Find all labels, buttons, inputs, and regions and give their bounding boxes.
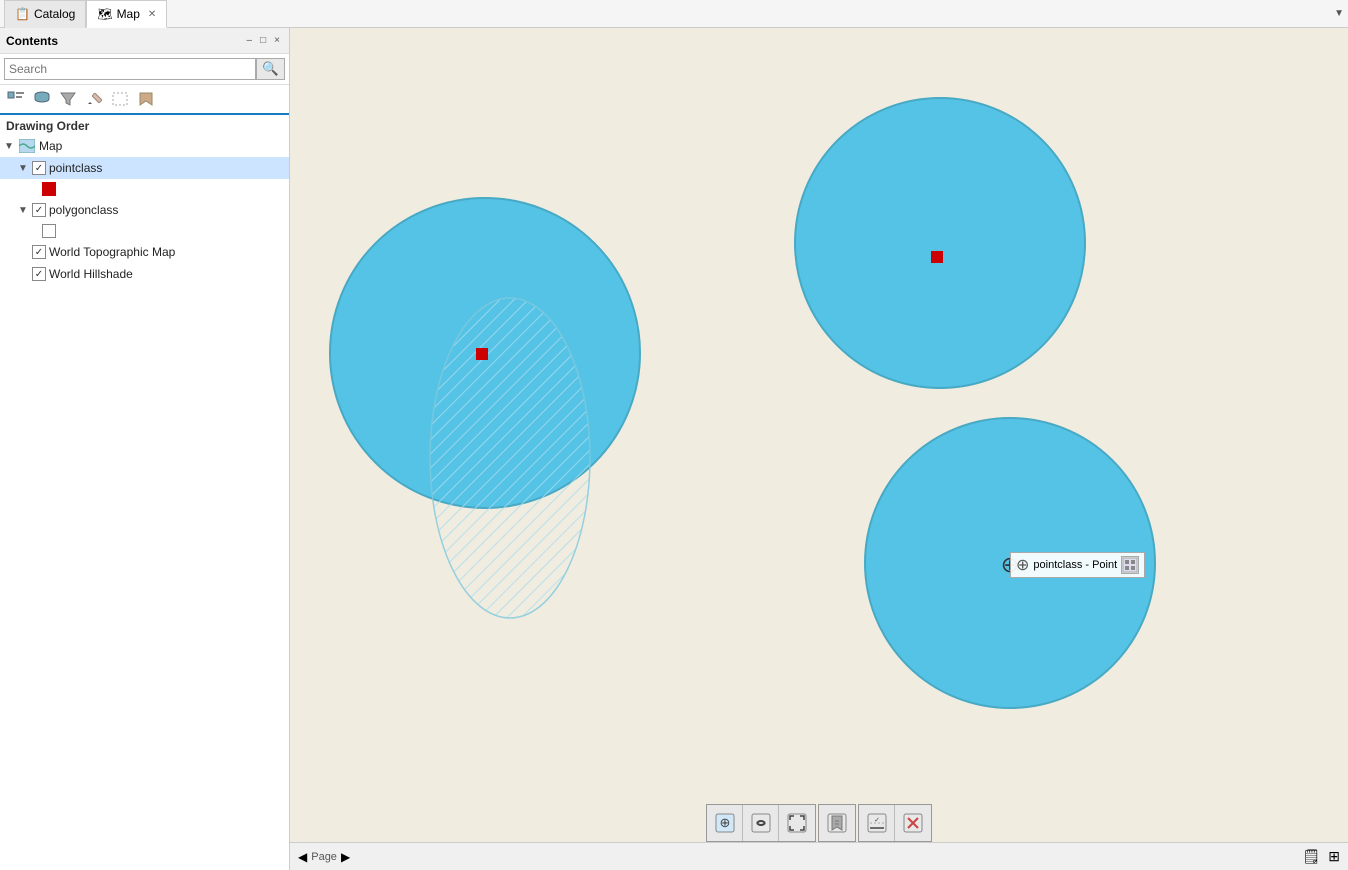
tab-bar: 📋 Catalog 🗺 Map ✕ ▼ [0, 0, 1348, 28]
contents-panel: Contents – □ × 🔍 [0, 28, 290, 870]
tab-catalog[interactable]: 📋 Catalog [4, 0, 86, 28]
world-topo-label: World Topographic Map [49, 245, 175, 259]
contents-header: Contents – □ × [0, 28, 289, 54]
map-area[interactable]: ⊕ ⊕ pointclass - Point [290, 28, 1348, 870]
pointclass-symbol [42, 182, 56, 196]
layout-icon[interactable]: 🗒 [1302, 848, 1320, 865]
svg-text:✓: ✓ [874, 817, 880, 824]
pointclass-expand-icon[interactable]: ▼ [18, 163, 32, 174]
map-tab-icon: 🗺 [97, 7, 112, 21]
measure-group: ✓ [858, 804, 932, 842]
layer-item-world-hillshade[interactable]: ▶ World Hillshade [0, 263, 289, 285]
map-layer-icon [18, 138, 36, 154]
world-topo-checkbox[interactable] [32, 245, 46, 259]
pointclass-label: pointclass [49, 161, 102, 175]
polygonclass-label: polygonclass [49, 203, 118, 217]
header-icons: – □ × [244, 34, 283, 47]
float-icon[interactable]: □ [257, 34, 269, 47]
map-tab-close[interactable]: ✕ [148, 9, 156, 20]
main-layout: Contents – □ × 🔍 [0, 28, 1348, 870]
database-icon[interactable] [30, 88, 54, 110]
map-layer-label: Map [39, 139, 62, 153]
pointclass-legend [0, 179, 289, 199]
status-bar: ◀ Page ▶ 🗒 ⊞ [290, 842, 1348, 870]
bottom-toolbar: ⊕ [706, 804, 932, 842]
search-input[interactable] [4, 58, 256, 80]
close-icon[interactable]: × [271, 34, 283, 47]
polygonclass-legend [0, 221, 289, 241]
select-icon[interactable] [108, 88, 132, 110]
layer-item-pointclass[interactable]: ▼ pointclass [0, 157, 289, 179]
pencil-icon[interactable] [82, 88, 106, 110]
bookmark-icon[interactable] [134, 88, 158, 110]
world-hillshade-checkbox[interactable] [32, 267, 46, 281]
layer-item-map[interactable]: ▼ Map [0, 135, 289, 157]
search-box: 🔍 [0, 54, 289, 85]
pan-button[interactable]: ⊕ [707, 805, 743, 841]
next-page-btn[interactable]: ▶ [341, 850, 350, 864]
polygonclass-symbol [42, 224, 56, 238]
contents-toolbar [0, 85, 289, 115]
tab-map[interactable]: 🗺 Map ✕ [86, 0, 167, 28]
list-view-icon[interactable] [4, 88, 28, 110]
world-hillshade-label: World Hillshade [49, 267, 133, 281]
cancel-button[interactable] [895, 805, 931, 841]
tab-dropdown[interactable]: ▼ [1334, 8, 1344, 19]
bookmark-map-button[interactable] [819, 805, 855, 841]
grid-view-icon[interactable]: ⊞ [1328, 848, 1340, 865]
map-canvas: ⊕ [290, 28, 1348, 870]
catalog-tab-label: Catalog [34, 7, 75, 21]
svg-text:⊕: ⊕ [719, 815, 730, 830]
search-button[interactable]: 🔍 [256, 58, 285, 80]
measure-button[interactable]: ✓ [859, 805, 895, 841]
rotate-button[interactable] [743, 805, 779, 841]
pointclass-checkbox[interactable] [32, 161, 46, 175]
svg-text:⊕: ⊕ [1001, 552, 1019, 577]
polygonclass-checkbox[interactable] [32, 203, 46, 217]
map-expand-icon[interactable]: ▼ [4, 141, 18, 152]
catalog-tab-icon: 📋 [15, 7, 30, 21]
layer-tree: ▼ Map ▼ pointclass [0, 135, 289, 870]
contents-title: Contents [6, 34, 244, 48]
layer-item-world-topo[interactable]: ▶ World Topographic Map [0, 241, 289, 263]
extent-button[interactable] [779, 805, 815, 841]
page-label: Page [311, 851, 337, 863]
polygonclass-expand-icon[interactable]: ▼ [18, 205, 32, 216]
drawing-order-label: Drawing Order [0, 115, 289, 135]
bookmark-group [818, 804, 856, 842]
prev-page-btn[interactable]: ◀ [298, 850, 307, 864]
filter-icon[interactable] [56, 88, 80, 110]
layer-item-polygonclass[interactable]: ▼ polygonclass [0, 199, 289, 221]
minimize-icon[interactable]: – [244, 34, 256, 47]
navigation-tools-group: ⊕ [706, 804, 816, 842]
map-tab-label: Map [117, 7, 140, 21]
